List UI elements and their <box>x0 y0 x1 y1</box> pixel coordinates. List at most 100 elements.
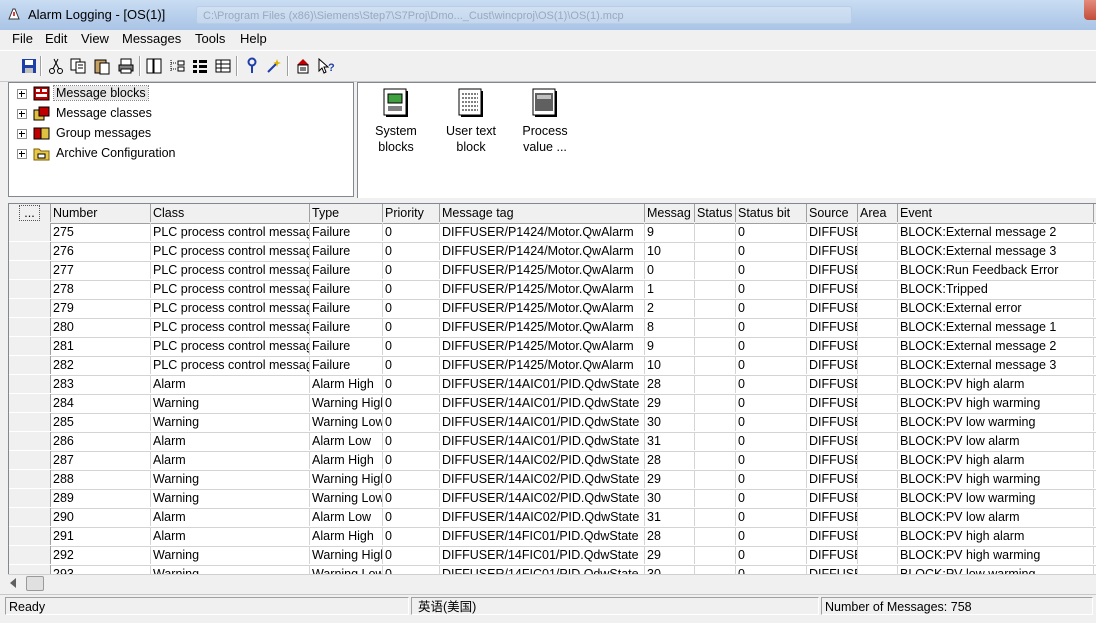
expand-icon[interactable] <box>17 89 27 99</box>
expand-icon[interactable] <box>17 109 27 119</box>
cell-type: Alarm High <box>310 451 383 469</box>
column-header-status-bit[interactable]: Status bit <box>736 204 807 222</box>
row-header[interactable] <box>9 508 51 526</box>
table-row[interactable]: 287 Alarm Alarm High 0 DIFFUSER/14AIC02/PID.… <box>9 451 1096 471</box>
cell-source: DIFFUSER <box>807 527 858 545</box>
expand-icon[interactable] <box>17 129 27 139</box>
table-row[interactable]: 280 PLC process control message Failure 0 DI… <box>9 318 1096 338</box>
close-button[interactable] <box>1084 0 1096 20</box>
cell-priority: 0 <box>383 546 440 564</box>
user-text-block-item[interactable]: User text block <box>433 87 509 157</box>
table-row[interactable]: 288 Warning Warning High 0 DIFFUSER/14AIC02/… <box>9 470 1096 490</box>
row-header[interactable] <box>9 489 51 507</box>
cell-class: PLC process control message <box>153 261 310 279</box>
cell-status-bit: 0 <box>736 508 807 526</box>
row-header[interactable] <box>9 470 51 488</box>
row-header[interactable] <box>9 337 51 355</box>
row-header[interactable] <box>9 356 51 374</box>
archive-icon <box>33 148 50 161</box>
column-header-number[interactable]: Number <box>51 204 151 222</box>
menu-file[interactable]: File <box>12 31 33 46</box>
system-blocks-item[interactable]: System blocks <box>358 87 434 157</box>
layout-icon[interactable] <box>145 57 163 75</box>
properties-icon[interactable] <box>294 57 312 75</box>
table-row[interactable]: 277 PLC process control message Failure 0 DI… <box>9 261 1096 281</box>
table-row[interactable]: 281 PLC process control message Failure 0 DI… <box>9 337 1096 357</box>
list-icon[interactable] <box>191 57 209 75</box>
filter-icon[interactable] <box>243 57 261 75</box>
column-header-message-tag[interactable]: Message tag <box>440 204 645 222</box>
column-header-type[interactable]: Type <box>310 204 383 222</box>
cell-message-tag: DIFFUSER/14AIC01/PID.QdwState <box>440 375 645 393</box>
cell-status <box>695 413 736 431</box>
row-header[interactable] <box>9 527 51 545</box>
cell-event: BLOCK:PV low alarm <box>898 508 1094 526</box>
row-header[interactable] <box>9 432 51 450</box>
column-header-event[interactable]: Event <box>898 204 1094 222</box>
cut-icon[interactable] <box>47 57 65 75</box>
cell-area <box>858 413 898 431</box>
table-row[interactable]: 289 Warning Warning Low 0 DIFFUSER/14AIC02/P… <box>9 489 1096 509</box>
toolbar: ? <box>0 50 1096 82</box>
row-header[interactable] <box>9 451 51 469</box>
menu-messages[interactable]: Messages <box>122 31 181 46</box>
cell-source: DIFFUSER <box>807 394 858 412</box>
menu-view[interactable]: View <box>81 31 109 46</box>
row-header[interactable] <box>9 318 51 336</box>
cell-message: 1 <box>645 280 695 298</box>
table-row[interactable]: 286 Alarm Alarm Low 0 DIFFUSER/14AIC01/PID.Q… <box>9 432 1096 452</box>
cell-message: 28 <box>645 527 695 545</box>
cell-priority: 0 <box>383 527 440 545</box>
cell-number: 281 <box>51 337 151 355</box>
row-header[interactable] <box>9 261 51 279</box>
table-row[interactable]: 283 Alarm Alarm High 0 DIFFUSER/14AIC01/PID.… <box>9 375 1096 395</box>
column-header-priority[interactable]: Priority <box>383 204 440 222</box>
table-row[interactable]: 284 Warning Warning High 0 DIFFUSER/14AIC01/… <box>9 394 1096 414</box>
column-header-class[interactable]: Class <box>151 204 310 222</box>
table-row[interactable]: 285 Warning Warning Low 0 DIFFUSER/14AIC01/P… <box>9 413 1096 433</box>
row-header[interactable] <box>9 223 51 241</box>
process-value-item[interactable]: Process value ... <box>507 87 583 157</box>
table-corner-header[interactable]: ... <box>9 204 51 222</box>
column-header-source[interactable]: Source <box>807 204 858 222</box>
menu-edit[interactable]: Edit <box>45 31 67 46</box>
column-header-area[interactable]: Area <box>858 204 898 222</box>
table-row[interactable]: 282 PLC process control message Failure 0 DI… <box>9 356 1096 376</box>
cell-class: Warning <box>151 394 310 412</box>
save-icon[interactable] <box>20 57 38 75</box>
copy-icon[interactable] <box>69 57 87 75</box>
cell-event: BLOCK:External message 2 <box>898 337 1094 355</box>
expand-icon[interactable] <box>17 149 27 159</box>
cell-message-tag: DIFFUSER/14AIC01/PID.QdwState <box>440 413 645 431</box>
menu-help[interactable]: Help <box>240 31 267 46</box>
table-row[interactable]: 291 Alarm Alarm High 0 DIFFUSER/14FIC01/PID.… <box>9 527 1096 547</box>
menu-tools[interactable]: Tools <box>195 31 225 46</box>
wizard-icon[interactable] <box>265 57 283 75</box>
table-row[interactable]: 292 Warning Warning High 0 DIFFUSER/14FIC01/… <box>9 546 1096 566</box>
table-row[interactable]: 290 Alarm Alarm Low 0 DIFFUSER/14AIC02/PID.Q… <box>9 508 1096 528</box>
row-header[interactable] <box>9 413 51 431</box>
row-header[interactable] <box>9 375 51 393</box>
scroll-left-icon[interactable] <box>10 578 16 588</box>
tree-icon[interactable] <box>168 57 186 75</box>
row-header[interactable] <box>9 299 51 317</box>
table-row[interactable]: 275 PLC process control message Failure 0 DI… <box>9 223 1096 243</box>
column-header-status[interactable]: Status <box>695 204 736 222</box>
column-header-message[interactable]: Messag <box>645 204 695 222</box>
cell-number: 277 <box>51 261 151 279</box>
print-icon[interactable] <box>117 57 135 75</box>
row-header[interactable] <box>9 242 51 260</box>
scroll-thumb[interactable] <box>26 576 44 591</box>
help-icon[interactable]: ? <box>317 57 335 75</box>
horizontal-scrollbar[interactable] <box>8 574 1096 592</box>
paste-icon[interactable] <box>93 57 111 75</box>
table-row[interactable]: 278 PLC process control message Failure 0 DI… <box>9 280 1096 300</box>
title-bar: Alarm Logging - [OS(1)] C:\Program Files… <box>0 0 1096 31</box>
row-header[interactable] <box>9 394 51 412</box>
row-header[interactable] <box>9 546 51 564</box>
row-header[interactable] <box>9 280 51 298</box>
table-row[interactable]: 279 PLC process control message Failure 0 DI… <box>9 299 1096 319</box>
details-icon[interactable] <box>214 57 232 75</box>
table-row[interactable]: 276 PLC process control message Failure 0 DI… <box>9 242 1096 262</box>
cell-status <box>695 489 736 507</box>
